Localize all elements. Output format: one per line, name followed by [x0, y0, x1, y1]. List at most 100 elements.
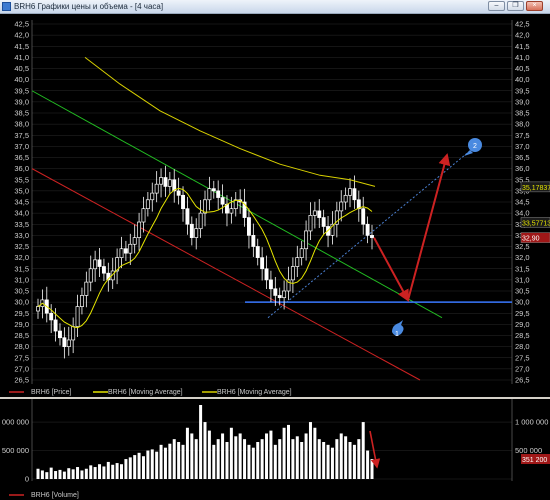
- candle-body: [145, 199, 150, 210]
- volume-bar: [93, 467, 97, 479]
- price-tick-label: 27,5: [515, 353, 530, 362]
- price-tick-label: 29,5: [515, 309, 530, 318]
- volume-bars: [36, 405, 374, 479]
- price-chart-panel[interactable]: 42,5 42,0 41,5 41,0 40,5 40,0 39,5 39,0 38,5 38,0…: [0, 14, 550, 397]
- volume-bar: [45, 472, 49, 479]
- marker-1-label: 1: [395, 331, 399, 338]
- price-chart[interactable]: 42,5 42,0 41,5 41,0 40,5 40,0 39,5 39,0 38,5 38,0…: [0, 14, 550, 397]
- restore-button[interactable]: ❐: [507, 1, 524, 11]
- candle-body: [365, 223, 370, 236]
- candle-body: [304, 230, 309, 250]
- candle-body: [163, 177, 168, 187]
- volume-tick-label: 1 000 000: [0, 418, 29, 427]
- candle-body: [119, 248, 124, 258]
- volume-bar: [357, 439, 361, 479]
- volume-bar: [295, 436, 299, 479]
- price-axis-right: 42,5 42,0 41,5 41,0 40,5 40,0 39,5 39,0 38,5 38,0…: [515, 20, 530, 385]
- volume-bar: [207, 430, 211, 479]
- candle-body: [66, 339, 71, 347]
- volume-bar: [40, 470, 44, 479]
- volume-bar: [366, 450, 370, 479]
- candle-body: [339, 201, 344, 212]
- price-tick-label: 33,0: [14, 231, 29, 240]
- price-tick-label: 31,5: [14, 264, 29, 273]
- price-tick-label: 26,5: [515, 376, 530, 385]
- candle-body: [189, 223, 194, 238]
- volume-bar: [102, 466, 106, 479]
- price-tick-label: 34,5: [515, 198, 530, 207]
- price-tick-label: 39,5: [14, 86, 29, 95]
- price-tick-label: 42,0: [14, 31, 29, 40]
- price-tick-label: 39,0: [14, 97, 29, 106]
- volume-bar: [84, 468, 88, 479]
- price-tick-label: 27,0: [14, 364, 29, 373]
- volume-bar: [287, 424, 290, 479]
- candle-body: [343, 194, 348, 203]
- candle-body: [176, 190, 181, 196]
- candle-body: [260, 257, 265, 270]
- price-tick-label: 27,5: [14, 353, 29, 362]
- volume-chart-panel[interactable]: 1 000 000 500 000 0 1 000 000 500 000 351 20…: [0, 399, 550, 500]
- candle-body: [185, 208, 190, 225]
- window-title: BRH6 Графики цены и объема - [4 часа]: [14, 2, 164, 11]
- volume-bar: [115, 463, 119, 479]
- volume-bar: [98, 464, 102, 479]
- volume-bar: [291, 439, 295, 479]
- candle-body: [101, 266, 106, 274]
- candle-body: [220, 197, 225, 205]
- candle-body: [93, 259, 98, 270]
- price-tick-label: 27,0: [515, 364, 530, 373]
- minimize-button[interactable]: –: [488, 1, 505, 11]
- volume-bar: [150, 449, 154, 479]
- price-axis-left: 42,5 42,0 41,5 41,0 40,5 40,0 39,5 39,0 38,5 38,0…: [14, 20, 29, 385]
- volume-bar: [265, 433, 269, 479]
- volume-bar: [58, 469, 62, 479]
- volume-bar: [155, 451, 159, 479]
- candle-body: [167, 179, 172, 187]
- price-tick-label: 29,5: [14, 309, 29, 318]
- volume-bar: [124, 459, 128, 479]
- volume-chart[interactable]: 1 000 000 500 000 0 1 000 000 500 000 351 20…: [0, 399, 550, 500]
- volume-bar: [181, 444, 185, 479]
- marker-2-label: 2: [473, 143, 477, 150]
- candle-body: [84, 281, 89, 296]
- projection-arrow-up: [407, 153, 451, 301]
- volume-bar: [168, 443, 172, 479]
- price-tick-label: 42,5: [14, 20, 29, 29]
- volume-bar: [326, 444, 330, 479]
- price-tick-label: 28,0: [515, 342, 530, 351]
- candle-body: [268, 279, 273, 290]
- ma-short-value-label: 33,57713: [522, 220, 550, 227]
- price-tick-label: 30,5: [515, 287, 530, 296]
- price-tick-label: 37,0: [14, 142, 29, 151]
- price-tick-label: 34,5: [14, 198, 29, 207]
- ma-long-value-label: 35,17837: [522, 185, 550, 192]
- volume-bar: [67, 468, 71, 479]
- volume-bar: [330, 447, 334, 479]
- volume-bar: [256, 442, 260, 479]
- volume-bar: [49, 467, 53, 479]
- candle-body: [198, 212, 203, 230]
- volume-bar: [221, 433, 225, 479]
- volume-bar: [36, 468, 40, 479]
- volume-bar: [172, 439, 176, 479]
- volume-bar: [199, 405, 203, 479]
- volume-bar: [370, 459, 374, 479]
- volume-bar: [234, 436, 238, 479]
- volume-bar: [273, 444, 277, 479]
- candle-body: [49, 312, 54, 321]
- volume-bar: [229, 427, 233, 479]
- price-tick-label: 28,5: [14, 331, 29, 340]
- price-tick-label: 34,0: [515, 209, 530, 218]
- volume-bar: [322, 442, 326, 479]
- candle-body: [128, 243, 133, 254]
- price-candles: [36, 165, 374, 359]
- candle-body: [264, 268, 269, 281]
- volume-bar: [203, 422, 207, 479]
- volume-bar: [304, 433, 308, 479]
- price-tick-label: 41,5: [14, 42, 29, 51]
- candle-body: [132, 237, 137, 245]
- volume-bar: [133, 455, 137, 479]
- price-tick-label: 38,0: [515, 120, 530, 129]
- close-button[interactable]: ×: [526, 1, 543, 11]
